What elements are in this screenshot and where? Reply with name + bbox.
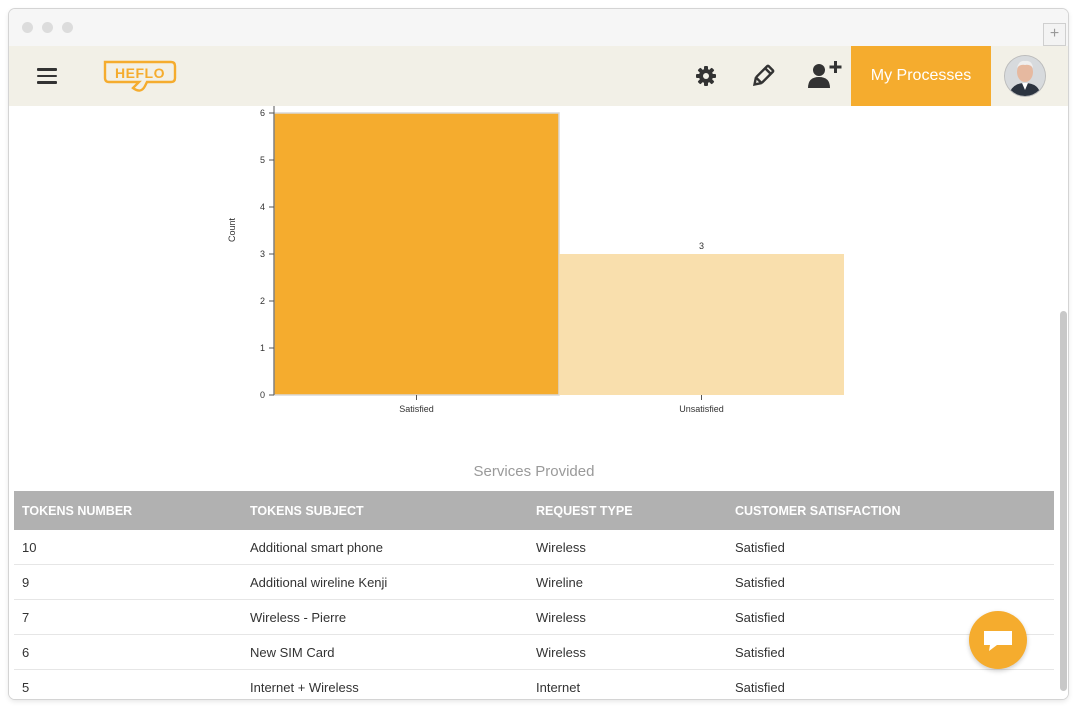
column-header[interactable]: REQUEST TYPE (528, 491, 727, 530)
heflo-logo[interactable]: HEFLO (101, 58, 177, 96)
table-cell: 7 (14, 599, 242, 635)
table-row[interactable]: 5 Internet + Wireless Internet Satisfied (14, 669, 1054, 699)
table-row[interactable]: 6 New SIM Card Wireless Satisfied (14, 634, 1054, 670)
column-header[interactable]: TOKENS SUBJECT (242, 491, 528, 530)
services-table: TOKENS NUMBER TOKENS SUBJECT REQUEST TYP… (14, 491, 1054, 699)
y-tick-label: 1 (260, 343, 265, 353)
logo-text: HEFLO (115, 65, 165, 81)
satisfaction-bar-chart: Satisfied Unsatisfied 3 0 1 2 3 4 5 6 Count (227, 106, 844, 414)
add-user-icon[interactable] (806, 60, 842, 88)
table-cell: Additional smart phone (242, 530, 528, 565)
table-cell: Additional wireline Kenji (242, 564, 528, 600)
table-cell: Wireline (528, 564, 727, 600)
bar-data-label: 3 (699, 241, 704, 251)
new-tab-button[interactable]: + (1043, 23, 1066, 46)
y-axis-label: Count (227, 218, 237, 243)
table-cell: Wireless (528, 599, 727, 635)
app-header: HEFLO My Processes (9, 46, 1068, 107)
chat-bubble-icon (984, 631, 1012, 651)
table-cell: 5 (14, 669, 242, 699)
y-tick-label: 4 (260, 202, 265, 212)
column-header[interactable]: CUSTOMER SATISFACTION (727, 491, 1054, 530)
y-tick-label: 0 (260, 390, 265, 400)
table-cell: Wireless - Pierre (242, 599, 528, 635)
table-header-row: TOKENS NUMBER TOKENS SUBJECT REQUEST TYP… (14, 491, 1054, 530)
window-titlebar: + (9, 9, 1068, 47)
my-processes-button[interactable]: My Processes (851, 46, 991, 106)
table-cell: Wireless (528, 634, 727, 670)
table-cell: Satisfied (727, 530, 1054, 565)
table-row[interactable]: 10 Additional smart phone Wireless Satis… (14, 530, 1054, 565)
settings-icon[interactable] (693, 63, 719, 89)
vertical-scrollbar[interactable] (1060, 311, 1067, 691)
table-cell: Internet (528, 669, 727, 699)
x-tick-label: Satisfied (399, 404, 434, 414)
table-title: Services Provided (473, 463, 595, 480)
window-minimize-button[interactable] (42, 22, 53, 33)
table-cell: 9 (14, 564, 242, 600)
table-cell: Satisfied (727, 564, 1054, 600)
column-header[interactable]: TOKENS NUMBER (14, 491, 242, 530)
user-avatar[interactable] (1005, 56, 1045, 96)
menu-icon[interactable] (37, 68, 57, 84)
main-content: Satisfied Unsatisfied 3 0 1 2 3 4 5 6 Count Servic… (9, 106, 1068, 699)
y-tick-label: 6 (260, 108, 265, 118)
window-zoom-button[interactable] (62, 22, 73, 33)
table-row[interactable]: 7 Wireless - Pierre Wireless Satisfied (14, 599, 1054, 635)
browser-window: + HEFLO My Processes Satisfied Unsatisfi… (9, 9, 1068, 699)
window-close-button[interactable] (22, 22, 33, 33)
table-cell: 10 (14, 530, 242, 565)
chart-bar[interactable] (273, 112, 560, 396)
table-cell: 6 (14, 634, 242, 670)
y-tick-label: 2 (260, 296, 265, 306)
table-row[interactable]: 9 Additional wireline Kenji Wireline Sat… (14, 564, 1054, 600)
chart-bar[interactable] (559, 254, 844, 395)
chat-button[interactable] (969, 611, 1027, 669)
table-cell: Internet + Wireless (242, 669, 528, 699)
y-tick-label: 5 (260, 155, 265, 165)
table-cell: Satisfied (727, 669, 1054, 699)
table-cell: Wireless (528, 530, 727, 565)
table-cell: New SIM Card (242, 634, 528, 670)
edit-icon[interactable] (750, 63, 776, 89)
y-tick-label: 3 (260, 249, 265, 259)
x-tick-label: Unsatisfied (679, 404, 724, 414)
